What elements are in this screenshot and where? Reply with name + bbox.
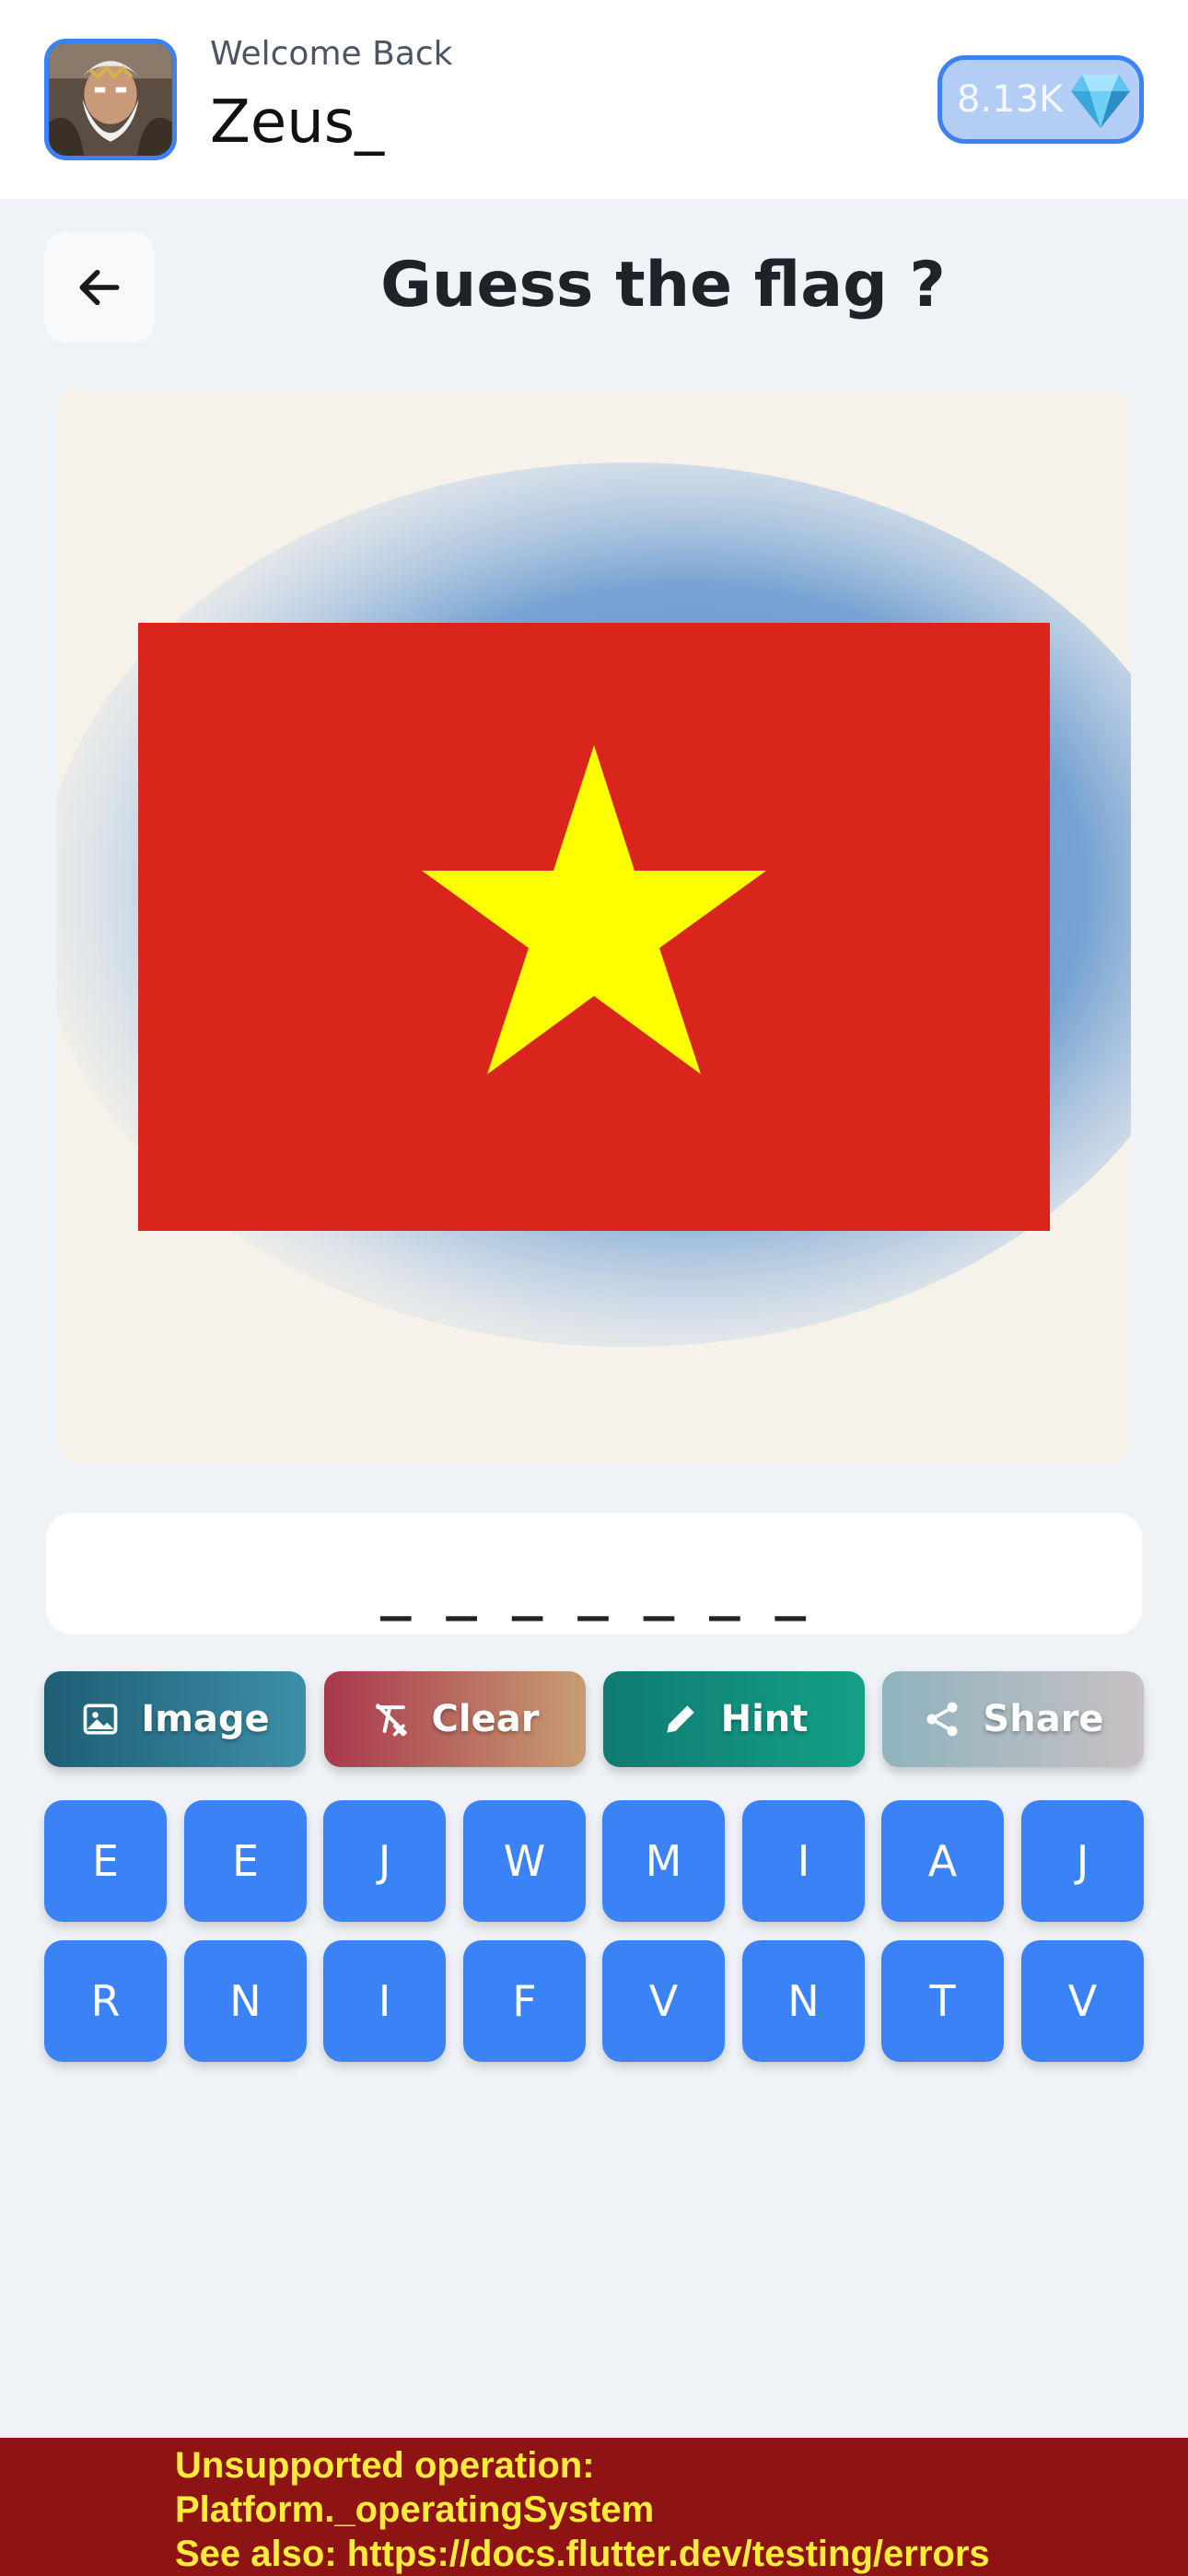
letter-key[interactable]: E — [44, 1800, 167, 1922]
letter-key[interactable]: I — [742, 1800, 865, 1922]
pencil-icon — [666, 1705, 694, 1733]
answer-blanks: _ _ _ _ _ _ _ — [379, 1562, 809, 1622]
letter-key[interactable]: J — [1021, 1800, 1144, 1922]
letter-key[interactable]: V — [602, 1940, 725, 2062]
letter-key[interactable]: F — [463, 1940, 586, 2062]
welcome-label: Welcome Back — [210, 35, 453, 73]
page-title: Guess the flag ? — [380, 249, 946, 322]
flag-card — [57, 389, 1131, 1463]
image-icon — [83, 1704, 118, 1735]
letter-key[interactable]: E — [184, 1800, 307, 1922]
diamond-gem-icon — [1071, 75, 1130, 128]
vietnam-flag-image — [138, 623, 1050, 1231]
error-line: See also: https://docs.flutter.dev/testi… — [175, 2534, 990, 2574]
answer-field[interactable]: _ _ _ _ _ _ _ — [46, 1513, 1142, 1634]
letter-key[interactable]: A — [881, 1800, 1004, 1922]
letter-key[interactable]: J — [323, 1800, 446, 1922]
error-line: Unsupported operation: — [175, 2445, 595, 2486]
share-button-label: Share — [983, 1698, 1104, 1740]
error-line: Platform._operatingSystem — [175, 2489, 655, 2530]
letter-key[interactable]: I — [323, 1940, 446, 2062]
zeus-avatar-image — [49, 43, 172, 156]
gem-balance-badge[interactable]: 8.13K — [938, 55, 1144, 144]
back-button[interactable] — [44, 232, 155, 343]
arrow-left-icon — [79, 269, 120, 306]
hint-button[interactable]: Hint — [603, 1671, 865, 1767]
app-header: Welcome Back Zeus_ 8.13K — [0, 0, 1188, 199]
username: Zeus_ — [210, 88, 385, 157]
user-avatar[interactable] — [44, 39, 177, 160]
image-button-label: Image — [141, 1698, 270, 1740]
letter-key[interactable]: R — [44, 1940, 167, 2062]
letter-key[interactable]: V — [1021, 1940, 1144, 2062]
letter-key[interactable]: W — [463, 1800, 586, 1922]
hint-button-label: Hint — [720, 1698, 809, 1740]
clear-button[interactable]: Clear — [324, 1671, 586, 1767]
share-button[interactable]: Share — [882, 1671, 1144, 1767]
clear-button-label: Clear — [431, 1698, 540, 1740]
gem-count: 8.13K — [957, 78, 1064, 121]
letter-key[interactable]: N — [184, 1940, 307, 2062]
error-message: Unsupported operation: Platform._operati… — [175, 2443, 1170, 2576]
letter-key[interactable]: T — [881, 1940, 1004, 2062]
letter-key[interactable]: N — [742, 1940, 865, 2062]
clear-format-icon — [375, 1704, 407, 1737]
image-button[interactable]: Image — [44, 1671, 306, 1767]
share-icon — [926, 1702, 958, 1737]
letter-key[interactable]: M — [602, 1800, 725, 1922]
flag-star-icon — [138, 623, 1050, 1231]
